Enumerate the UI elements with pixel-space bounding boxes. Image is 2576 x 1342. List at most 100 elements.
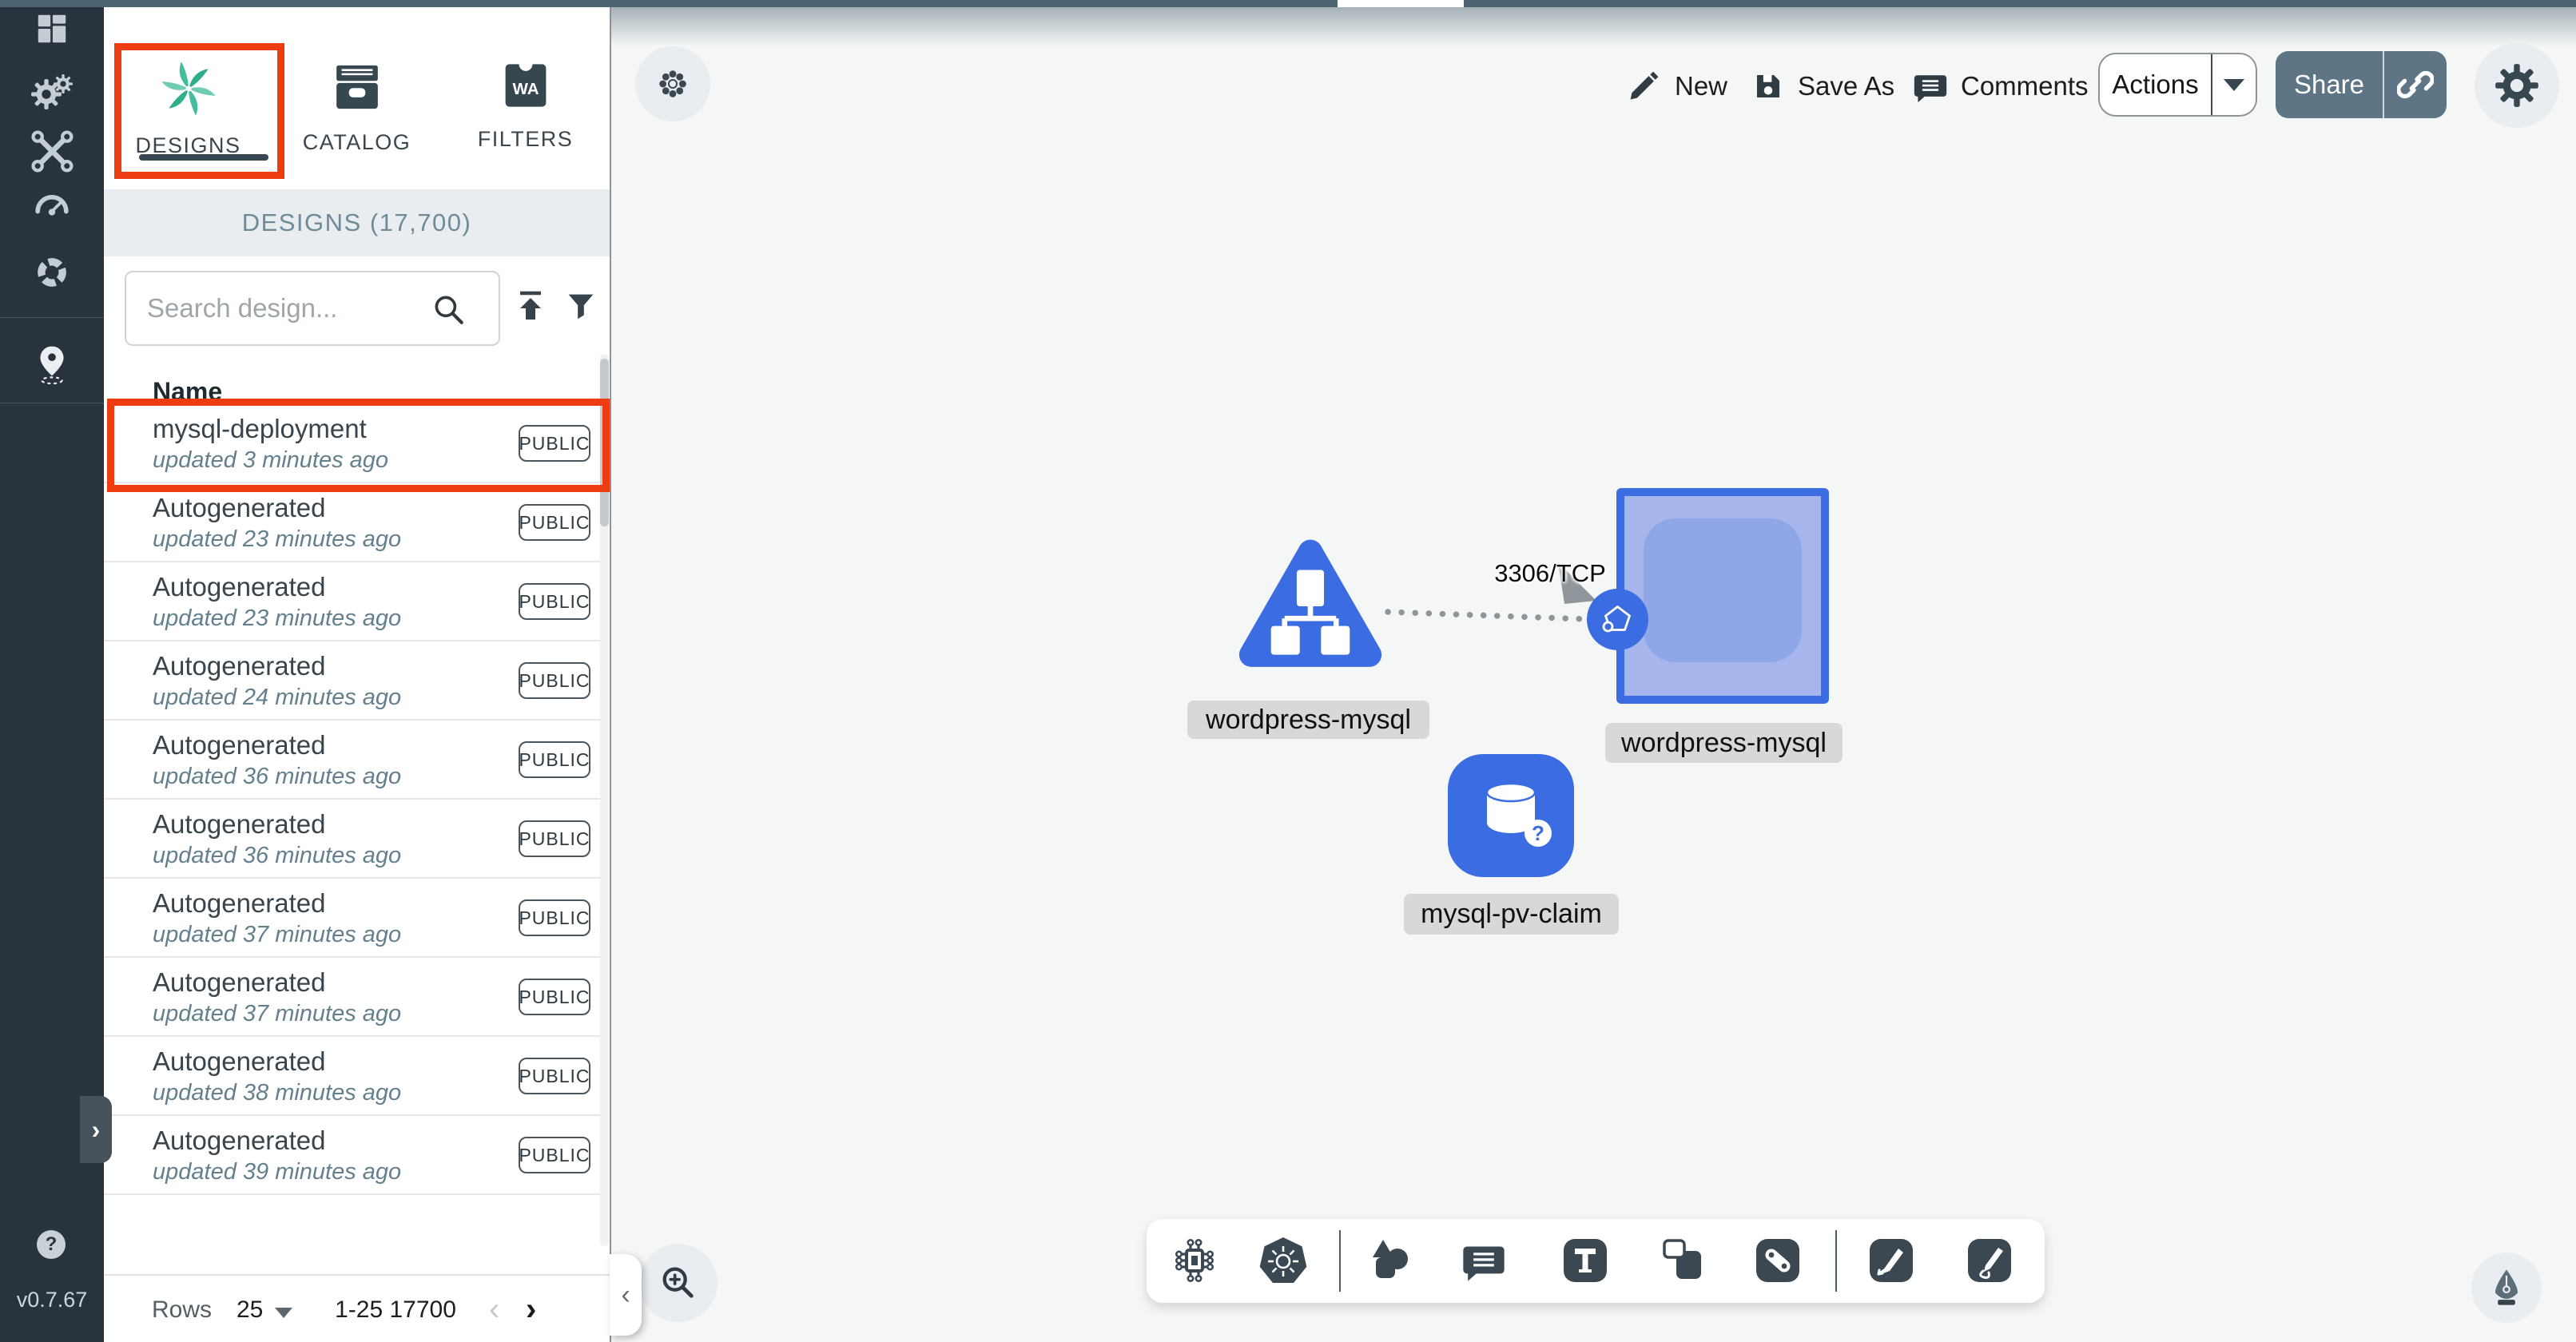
tab-filters[interactable]: WA FILTERS [441, 0, 610, 189]
design-name: Autogenerated [153, 493, 326, 523]
design-row[interactable]: Autogenerated updated 37 minutes ago PUB… [104, 958, 601, 1037]
actions-split-button[interactable]: Actions [2098, 53, 2257, 117]
design-row[interactable]: Autogenerated updated 24 minutes ago PUB… [104, 641, 601, 721]
design-row[interactable]: Autogenerated updated 23 minutes ago PUB… [104, 562, 601, 641]
zoom-in-button[interactable] [639, 1244, 718, 1322]
lifecycle-gears-icon [26, 66, 78, 121]
design-signature-button[interactable] [2471, 1253, 2542, 1323]
design-row[interactable]: Autogenerated updated 36 minutes ago PUB… [104, 800, 601, 879]
zoom-in-magnifier-icon [658, 1262, 699, 1304]
comments-button[interactable]: Comments [1913, 48, 2089, 125]
sidebar-item-performance[interactable] [0, 178, 104, 239]
copy-link-button[interactable] [2384, 66, 2447, 103]
meshery-spiral-icon [162, 62, 215, 119]
chevron-right-icon: › [92, 1115, 101, 1145]
active-tab-indicator [139, 154, 268, 161]
design-name: Autogenerated [153, 651, 326, 681]
connection-tool-button[interactable] [1752, 1235, 1803, 1286]
actions-dropdown-button[interactable] [2212, 79, 2256, 91]
text-tool-icon [1560, 1235, 1611, 1286]
chevron-down-icon[interactable] [275, 1308, 292, 1318]
design-updated: updated 39 minutes ago [153, 1159, 401, 1185]
design-updated: updated 36 minutes ago [153, 843, 401, 869]
design-row[interactable]: Autogenerated updated 23 minutes ago PUB… [104, 483, 601, 562]
shapes-tool-button[interactable] [1365, 1235, 1416, 1286]
sidebar-item-configuration[interactable] [0, 122, 104, 183]
rows-per-page-select[interactable]: 25 [237, 1296, 263, 1324]
visibility-badge: PUBLIC [519, 1137, 590, 1173]
design-row[interactable]: Autogenerated updated 38 minutes ago PUB… [104, 1037, 601, 1116]
node-pvc-mysql-pv-claim[interactable]: ? [1448, 754, 1574, 881]
design-name: mysql-deployment [153, 414, 367, 444]
design-row[interactable]: mysql-deployment updated 3 minutes ago P… [104, 404, 601, 483]
dashboard-icon [29, 6, 75, 56]
filter-funnel-icon [563, 288, 599, 324]
design-updated: updated 23 minutes ago [153, 605, 401, 632]
visibility-badge: PUBLIC [519, 1058, 590, 1094]
component-tool-button[interactable] [1169, 1235, 1220, 1286]
text-tool-button[interactable] [1560, 1235, 1611, 1286]
deployment-inner-shape [1644, 518, 1802, 662]
design-updated: updated 36 minutes ago [153, 764, 401, 790]
edge-port-label: 3306/TCP [1482, 559, 1618, 588]
tab-catalog[interactable]: CATALOG [272, 0, 441, 189]
previous-page-button[interactable]: ‹ [489, 1292, 499, 1328]
sidebar-item-kanvas[interactable] [0, 333, 104, 394]
share-split-button[interactable]: Share [2276, 51, 2447, 118]
name-column-header: Name [153, 377, 222, 407]
sidebar-expand-button[interactable]: › [80, 1096, 112, 1163]
import-design-button[interactable] [511, 288, 550, 330]
freehand-draw-button[interactable] [1964, 1235, 2015, 1286]
visibility-badge: PUBLIC [519, 741, 590, 778]
chevron-left-icon: ‹ [621, 1280, 630, 1311]
meshery-kanvas-app: ? v0.7.67 › [0, 0, 2576, 1342]
design-name: Autogenerated [153, 572, 326, 602]
design-row[interactable]: Autogenerated updated 36 minutes ago PUB… [104, 721, 601, 800]
annotation-pen-button[interactable] [1866, 1235, 1917, 1286]
new-design-button[interactable]: New [1627, 48, 1727, 125]
publish-upload-icon [511, 288, 550, 326]
edge-port-badge[interactable] [1587, 589, 1648, 650]
design-updated: updated 38 minutes ago [153, 1080, 401, 1106]
flower-cluster-icon [655, 66, 690, 101]
list-scrollbar-thumb[interactable] [600, 359, 609, 526]
design-name: Autogenerated [153, 730, 326, 760]
window-top-edge-bar [0, 0, 2576, 7]
design-row[interactable]: Autogenerated updated 39 minutes ago PUB… [104, 1116, 601, 1195]
pagination-range: 1-25 17700 [328, 1296, 463, 1324]
visibility-badge: PUBLIC [519, 425, 590, 462]
design-updated: updated 23 minutes ago [153, 526, 401, 553]
settings-button[interactable] [2475, 43, 2559, 128]
save-as-button[interactable]: Save As [1751, 48, 1894, 125]
canvas-flower-menu-button[interactable] [635, 46, 710, 121]
design-list: mysql-deployment updated 3 minutes ago P… [104, 404, 601, 1195]
filter-list-button[interactable] [563, 288, 599, 328]
link-icon [2397, 66, 2434, 103]
window-top-tab-highlight [1338, 0, 1464, 7]
app-version: v0.7.67 [0, 1288, 104, 1312]
sidebar-item-dashboard[interactable] [0, 0, 104, 61]
kubernetes-tool-button[interactable] [1258, 1235, 1309, 1286]
design-name: Autogenerated [153, 888, 326, 919]
canvas-top-shadow [611, 7, 2576, 57]
design-updated: updated 37 minutes ago [153, 922, 401, 948]
help-button[interactable]: ? [37, 1230, 66, 1259]
tab-catalog-label: CATALOG [303, 130, 411, 155]
visibility-badge: PUBLIC [519, 979, 590, 1015]
comment-tool-button[interactable] [1458, 1235, 1509, 1286]
sidebar-item-extensions[interactable] [0, 244, 104, 304]
chevron-down-icon [2224, 79, 2244, 91]
comment-bubble-icon [1913, 69, 1948, 104]
drawer-collapse-button[interactable]: ‹ [610, 1254, 642, 1336]
node-service-wordpress-mysql[interactable] [1234, 534, 1386, 683]
design-row[interactable]: Autogenerated updated 37 minutes ago PUB… [104, 879, 601, 958]
sidebar-item-lifecycle[interactable] [0, 63, 104, 124]
configuration-wrenches-icon [28, 127, 76, 179]
rectangle-tool-button[interactable] [1657, 1235, 1708, 1286]
next-page-button[interactable]: › [526, 1292, 536, 1328]
comment-icon [1458, 1235, 1509, 1286]
node-label-pvc: mysql-pv-claim [1404, 894, 1619, 935]
shapes-icon [1365, 1235, 1416, 1286]
toolbar-divider [1835, 1230, 1837, 1292]
visibility-badge: PUBLIC [519, 899, 590, 936]
